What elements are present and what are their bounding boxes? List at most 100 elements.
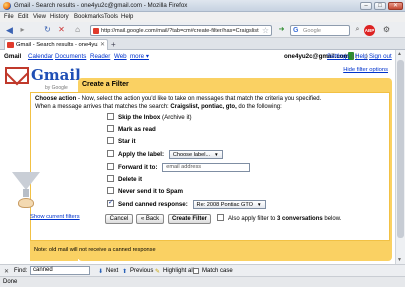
filter-funnel-icon (12, 172, 40, 208)
url-text: http://mail.google.com/mail/?tab=cm#crea… (101, 28, 259, 34)
gmail-logo[interactable]: Gmail by Google (5, 65, 81, 95)
addon-icon[interactable]: ⚙ (381, 25, 392, 36)
chevron-down-icon: ▼ (257, 202, 262, 207)
gmail-favicon-icon (93, 28, 99, 34)
show-current-filters-link[interactable]: Show current filters (30, 214, 80, 220)
page-content: Gmail Calendar Documents Reader Web more… (0, 50, 395, 264)
status-text: Done (3, 279, 18, 285)
stop-icon[interactable]: ✕ (56, 25, 67, 36)
find-previous-button[interactable]: Previous (130, 268, 153, 274)
gbar-documents-link[interactable]: Documents (55, 53, 86, 60)
find-bar: ✕ Find: canned ⬇ Next ⬆ Previous ✎ Highl… (0, 264, 405, 276)
canned-response-option[interactable]: Send canned response: Re: 2008 Pontiac G… (107, 198, 266, 210)
panel-title: Create a Filter (82, 81, 129, 88)
cancel-button[interactable]: Cancel (105, 214, 133, 224)
status-bar: Done (0, 276, 405, 287)
forward-checkbox[interactable] (107, 163, 114, 170)
apply-label-option[interactable]: Apply the label: Choose label... ▼ (107, 150, 223, 160)
mark-read-checkbox[interactable] (107, 125, 114, 132)
delete-option[interactable]: Delete it (107, 175, 142, 186)
menu-bookmarks[interactable]: Bookmarks (74, 14, 104, 20)
search-magnifier-icon[interactable]: ⌕ (352, 25, 363, 36)
match-case-label[interactable]: Match case (202, 268, 233, 274)
panel-footer: Note: old mail will not receive a canned… (30, 242, 390, 259)
close-find-icon[interactable]: ✕ (4, 268, 9, 275)
tab-label: Gmail - Search results - one4yu2c@... (16, 42, 98, 48)
next-arrow-icon[interactable]: ⬇ (98, 268, 103, 275)
gbar-settings-link[interactable]: Settings (327, 53, 349, 60)
close-tab-icon[interactable]: ✕ (100, 41, 105, 48)
apply-label-checkbox[interactable] (107, 150, 114, 157)
menu-view[interactable]: View (33, 14, 46, 20)
firefox-icon (3, 2, 11, 10)
close-window-button[interactable]: ✕ (388, 2, 403, 10)
filter-options-box: Choose action - Now, select the action y… (30, 92, 390, 241)
search-placeholder: Google (303, 28, 322, 34)
menu-edit[interactable]: Edit (18, 14, 28, 20)
never-spam-checkbox[interactable] (107, 187, 114, 194)
create-filter-panel: Create a Filter Hide filter options Choo… (30, 67, 392, 261)
chevron-down-icon: ▼ (214, 152, 219, 157)
star-checkbox[interactable] (107, 137, 114, 144)
highlight-all-button[interactable]: Highlight all (163, 268, 194, 274)
window-title: Gmail - Search results - one4yu2c@gmail.… (14, 2, 188, 9)
search-input[interactable]: G Google (290, 25, 350, 36)
gbar-calendar-link[interactable]: Calendar (28, 53, 53, 60)
back-arrow-icon[interactable]: ◀ (4, 25, 15, 36)
gbar-reader-link[interactable]: Reader (90, 53, 110, 60)
forward-arrow-icon[interactable]: ▸ (17, 25, 28, 36)
find-label: Find: (14, 268, 28, 274)
forward-email-field[interactable]: email address (162, 163, 251, 172)
gbar-signout-link[interactable]: Sign out (369, 53, 392, 60)
tab-gmail[interactable]: Gmail - Search results - one4yu2c@... ✕ (4, 39, 108, 50)
url-bar[interactable]: http://mail.google.com/mail/?tab=cm#crea… (90, 25, 272, 36)
find-input[interactable]: canned (30, 266, 90, 275)
menu-file[interactable]: File (4, 14, 14, 20)
menu-bar: File Edit View History Bookmarks Tools H… (0, 12, 405, 22)
apply-also-option[interactable]: Also apply filter to 3 conversations bel… (217, 214, 341, 222)
create-filter-button[interactable]: Create Filter (168, 214, 211, 224)
gbar-web-link[interactable]: Web (114, 53, 127, 60)
delete-checkbox[interactable] (107, 175, 114, 182)
label-select[interactable]: Choose label... ▼ (168, 150, 223, 159)
minimize-button[interactable]: – (360, 2, 372, 10)
find-next-button[interactable]: Next (106, 268, 118, 274)
previous-arrow-icon[interactable]: ⬆ (122, 268, 127, 275)
highlight-icon[interactable]: ✎ (155, 268, 160, 275)
go-arrow-icon[interactable]: ➜ (276, 25, 287, 36)
mark-read-option[interactable]: Mark as read (107, 125, 156, 136)
navigation-toolbar: ◀ ▸ ↻ ✕ ⌂ http://mail.google.com/mail/?t… (0, 22, 405, 38)
google-search-icon: G (293, 27, 299, 34)
vertical-scrollbar[interactable]: ▲ ▼ (395, 50, 405, 264)
home-icon[interactable]: ⌂ (72, 25, 83, 36)
menu-tools[interactable]: Tools (104, 14, 118, 20)
new-tab-icon[interactable]: + (111, 40, 116, 49)
match-description: When a message arrives that matches the … (35, 104, 282, 110)
match-case-checkbox[interactable] (193, 268, 199, 274)
window-titlebar: Gmail - Search results - one4yu2c@gmail.… (0, 0, 405, 12)
bookmark-star-icon[interactable]: ☆ (262, 26, 269, 35)
choose-action-text: Choose action - Now, select the action y… (35, 96, 322, 102)
maximize-button[interactable]: □ (374, 2, 386, 10)
skip-inbox-option[interactable]: Skip the Inbox (Archive it) (107, 113, 192, 124)
scroll-down-icon[interactable]: ▼ (397, 257, 402, 263)
skip-inbox-checkbox[interactable] (107, 113, 114, 120)
apply-also-checkbox[interactable] (217, 214, 224, 221)
never-spam-option[interactable]: Never send it to Spam (107, 187, 183, 198)
canned-response-note: Note: old mail will not receive a canned… (34, 247, 156, 253)
scrollbar-thumb[interactable] (397, 60, 404, 238)
adblock-icon[interactable]: ABP (364, 25, 375, 36)
menu-help[interactable]: Help (121, 14, 133, 20)
hide-filter-options-link[interactable]: Hide filter options (343, 67, 388, 73)
back-button[interactable]: « Back (136, 214, 164, 224)
reload-icon[interactable]: ↻ (42, 25, 53, 36)
gbar-more-link[interactable]: more ▾ (130, 53, 149, 60)
gbar-help-link[interactable]: Help (355, 53, 368, 60)
gmail-envelope-icon (5, 67, 29, 84)
menu-history[interactable]: History (50, 14, 69, 20)
scroll-up-icon[interactable]: ▲ (397, 51, 402, 57)
canned-response-checkbox[interactable] (107, 198, 114, 207)
canned-response-select[interactable]: Re: 2008 Pontiac GTO ▼ (192, 200, 266, 209)
forward-option[interactable]: Forward it to: email address (107, 163, 251, 173)
star-option[interactable]: Star it (107, 137, 136, 148)
